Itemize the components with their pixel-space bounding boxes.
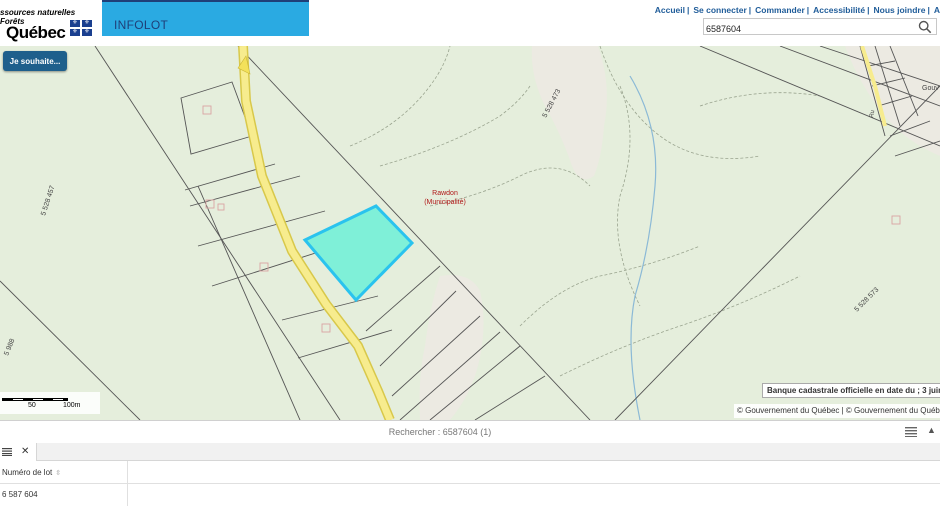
fleur-de-lys-icon: ⚜ ⚜ ⚜ ⚜ <box>70 20 92 36</box>
grid-label-3: 5 528 573 <box>853 286 880 313</box>
place-label-municipalite: (Municipalité) <box>424 199 466 206</box>
search-box <box>703 18 937 37</box>
results-tabs: ✕ <box>0 443 940 461</box>
app-title-bar: INFOLOT <box>102 0 309 36</box>
nav-accueil[interactable]: Accueil <box>655 5 685 15</box>
selected-lot-6587604[interactable] <box>302 204 415 303</box>
tab-results[interactable]: ✕ <box>0 443 37 461</box>
logo-wordmark: Québec <box>6 23 66 42</box>
grid-label-6: Ru <box>869 110 876 119</box>
app-title: INFOLOT <box>114 18 169 32</box>
table-row[interactable]: 6 587 604 <box>0 484 128 506</box>
logo-ministry-line1: ssources naturelles <box>0 8 76 17</box>
map-view[interactable]: Rawdon (Municipalité) 5 528 473 5 528 45… <box>0 46 940 420</box>
close-icon[interactable]: ✕ <box>21 446 29 457</box>
building-markers <box>202 105 901 333</box>
nav-accessibilite[interactable]: Accessibilité <box>813 5 865 15</box>
column-header-label: Numéro de lot <box>2 468 53 477</box>
scale-label-50: 50 <box>28 402 36 409</box>
nav-se-connecter[interactable]: Se connecter <box>693 5 746 15</box>
nav-truncated[interactable]: A <box>934 5 940 15</box>
results-header: Rechercher : 6587604 (1) ▲ <box>0 420 940 443</box>
search-input[interactable] <box>704 21 906 37</box>
search-summary: Rechercher : 6587604 (1) <box>388 427 492 437</box>
place-label-rawdon: Rawdon <box>432 190 458 197</box>
grid-label-2: 5 528 457 <box>40 185 56 217</box>
list-menu-icon[interactable] <box>905 427 917 437</box>
top-navigation: Accueil | Se connecter | Commander | Accessibi… <box>654 5 940 15</box>
collapse-chevron-up-icon[interactable]: ▲ <box>927 425 936 435</box>
scale-bar: 50 100m <box>0 392 100 414</box>
nav-nous-joindre[interactable]: Nous joindre <box>874 5 926 15</box>
stream-line <box>629 75 657 420</box>
column-header-empty <box>128 461 940 484</box>
search-icon[interactable] <box>918 20 932 34</box>
cadastre-notice: Banque cadastrale officielle en date du … <box>762 383 940 398</box>
column-header-numero-de-lot[interactable]: Numéro de lot ⇳ <box>0 461 128 484</box>
site-header: ssources naturelles Forêts Québec ⚜ ⚜ ⚜ ⚜ I… <box>0 0 940 46</box>
grid-label-4: 5 988 <box>3 338 16 357</box>
quebec-logo[interactable]: ssources naturelles Forêts Québec ⚜ ⚜ ⚜ ⚜ <box>0 4 100 44</box>
map-copyright: © Gouvernement du Québec | © Gouvernemen… <box>734 404 940 418</box>
map-canvas[interactable]: Rawdon (Municipalité) 5 528 473 5 528 45… <box>0 46 940 420</box>
je-souhaite-button[interactable]: Je souhaite... <box>3 51 67 71</box>
results-table: Numéro de lot ⇳ 6 587 604 <box>0 461 940 506</box>
scale-label-100: 100m <box>63 402 81 409</box>
sort-icon[interactable]: ⇳ <box>55 470 61 477</box>
grid-label-5: Gouv <box>922 85 939 92</box>
nav-commander[interactable]: Commander <box>755 5 805 15</box>
scale-graphic <box>2 398 68 401</box>
list-icon <box>2 448 12 456</box>
